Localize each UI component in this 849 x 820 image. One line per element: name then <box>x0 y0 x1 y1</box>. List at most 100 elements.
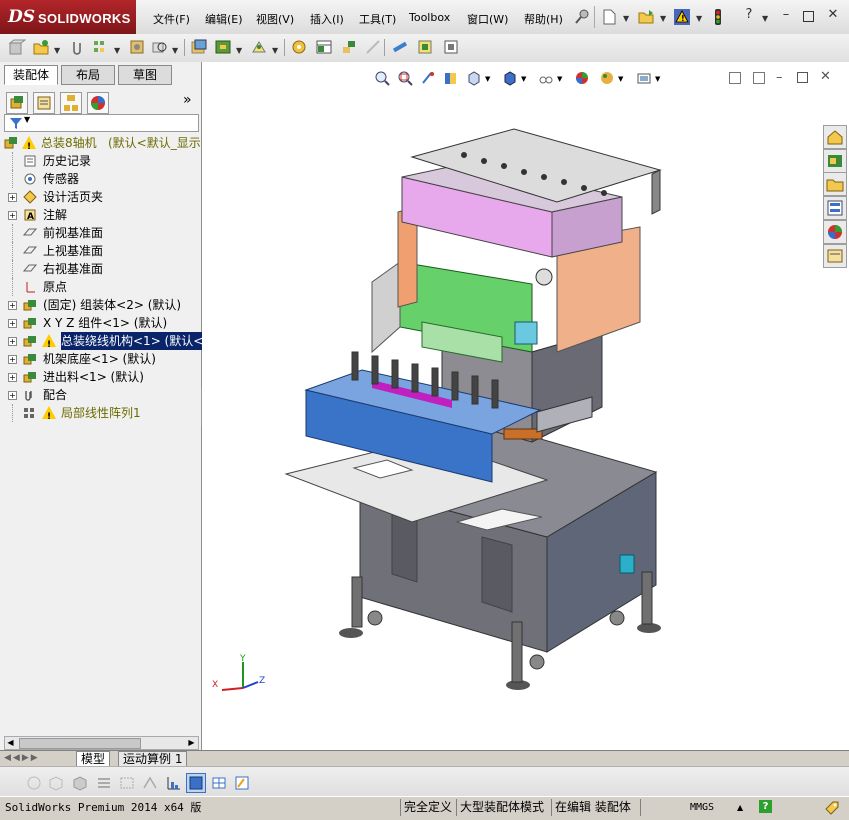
bill-of-materials-icon[interactable] <box>315 38 333 56</box>
tab-sketch[interactable]: 草图 <box>118 65 172 85</box>
task-pane-home-icon[interactable] <box>823 125 847 149</box>
tree-expander-icon[interactable]: + <box>8 319 17 328</box>
tree-item[interactable]: + (固定) 组装体<2> (默认) <box>0 296 200 314</box>
menu-help[interactable]: 帮助(H) <box>524 11 563 27</box>
tree-root[interactable]: 总装8轴机 (默认<默认_显示 <box>0 134 201 156</box>
rebuild-warning-icon[interactable]: ! <box>673 8 691 26</box>
smart-fasteners-icon[interactable] <box>128 38 146 56</box>
help-question-icon[interactable]: ? <box>742 8 756 22</box>
traffic-light-icon[interactable] <box>709 8 727 26</box>
tree-horizontal-scrollbar[interactable]: ◀ ▶ <box>4 736 199 750</box>
insert-dropdown-icon[interactable]: ▼ <box>54 46 60 55</box>
mate-paperclip-icon[interactable] <box>68 38 86 56</box>
new-motion-study-icon[interactable] <box>290 38 308 56</box>
tree-expander-icon[interactable]: + <box>8 211 17 220</box>
assembly-component-icon[interactable] <box>8 38 26 56</box>
feature-manager-icon[interactable] <box>6 92 28 114</box>
tree-item[interactable]: 右视基准面 <box>0 260 200 278</box>
display-lines-icon[interactable] <box>94 773 114 793</box>
status-help-icon[interactable]: ? <box>759 800 772 813</box>
assembly-features-icon[interactable] <box>214 38 232 56</box>
configuration-manager-icon[interactable] <box>60 92 82 114</box>
tree-expander-icon[interactable]: + <box>8 337 17 346</box>
tree-item[interactable]: 局部线性阵列1 <box>0 404 200 426</box>
tree-item[interactable]: 前视基准面 <box>0 224 200 242</box>
move-dropdown-icon[interactable]: ▼ <box>172 46 178 55</box>
open-folder-icon[interactable] <box>637 8 655 26</box>
tab-layout[interactable]: 布局 <box>61 65 115 85</box>
tree-item[interactable]: 上视基准面 <box>0 242 200 260</box>
pin-menu-icon[interactable] <box>573 8 591 26</box>
scroll-right-icon[interactable]: ▶ <box>186 737 197 749</box>
solidworks-logo[interactable]: DS SOLIDWORKS <box>0 0 136 34</box>
filter-funnel-icon[interactable] <box>9 116 23 130</box>
task-pane-file-explorer-icon[interactable] <box>823 172 847 196</box>
shaded-view-icon[interactable] <box>186 773 206 793</box>
wireframe-icon[interactable] <box>24 773 44 793</box>
assembly-3d-model[interactable] <box>202 62 849 750</box>
restore-button[interactable] <box>803 11 814 22</box>
task-pane-appearances-icon[interactable] <box>823 220 847 244</box>
rebuild-tag-icon[interactable] <box>824 800 840 816</box>
expand-panel-icon[interactable]: » <box>183 92 192 108</box>
tab-assembly[interactable]: 装配体 <box>4 65 58 85</box>
menu-tools[interactable]: 工具(T) <box>359 11 396 27</box>
tree-expander-icon[interactable]: + <box>8 391 17 400</box>
tree-item[interactable]: + A 注解 <box>0 206 200 224</box>
property-manager-icon[interactable] <box>33 92 55 114</box>
table-view-icon[interactable] <box>209 773 229 793</box>
tree-item[interactable]: 历史记录 <box>0 152 200 170</box>
display-manager-icon[interactable] <box>87 92 109 114</box>
minimize-button[interactable]: – <box>779 8 793 22</box>
task-pane-custom-properties-icon[interactable] <box>823 244 847 268</box>
shaded-edges-icon[interactable] <box>70 773 90 793</box>
menu-toolbox[interactable]: Toolbox <box>409 11 450 24</box>
menu-window[interactable]: 窗口(W) <box>467 11 508 27</box>
coordinate-axes-icon[interactable] <box>163 773 183 793</box>
tree-item[interactable]: + 配合 <box>0 386 200 404</box>
instant3d-icon[interactable] <box>416 38 434 56</box>
insert-component-icon[interactable] <box>32 38 50 56</box>
tree-item[interactable]: + 设计活页夹 <box>0 188 200 206</box>
menu-file[interactable]: 文件(F) <box>153 11 190 27</box>
menu-view[interactable]: 视图(V) <box>256 11 294 27</box>
menu-insert[interactable]: 插入(I) <box>310 11 344 27</box>
task-pane-view-palette-icon[interactable] <box>823 196 847 220</box>
units-dropdown-icon[interactable]: ▲ <box>737 799 743 816</box>
menu-edit[interactable]: 编辑(E) <box>205 11 243 27</box>
new-document-icon[interactable] <box>600 8 618 26</box>
graphics-area[interactable]: ▼ ▼ ▼ ▼ ▼ – ✕ Y X Z <box>202 62 849 750</box>
scroll-left-icon[interactable]: ◀ <box>5 737 16 749</box>
interference-detection-icon[interactable] <box>391 38 409 56</box>
close-button[interactable]: ✕ <box>826 8 840 22</box>
scroll-thumb[interactable] <box>19 738 141 749</box>
task-pane-design-library-icon[interactable] <box>823 149 847 173</box>
pattern-dropdown-icon[interactable]: ▼ <box>114 46 120 55</box>
exploded-view-icon[interactable] <box>340 38 358 56</box>
toolbar-options-icon[interactable] <box>442 38 460 56</box>
tree-item[interactable]: + 总装绕线机构<1> (默认<默 <box>0 332 220 354</box>
tree-item[interactable]: + 进出料<1> (默认) <box>0 368 200 386</box>
new-dropdown-icon[interactable]: ▼ <box>623 14 629 23</box>
move-component-icon[interactable] <box>150 38 168 56</box>
curvature-icon[interactable] <box>140 773 160 793</box>
explode-line-sketch-icon[interactable] <box>364 38 382 56</box>
tree-expander-icon[interactable]: + <box>8 193 17 202</box>
reference-geometry-icon[interactable] <box>250 38 268 56</box>
tree-expander-icon[interactable]: + <box>8 355 17 364</box>
filter-dropdown-icon[interactable]: ▼ <box>24 115 30 124</box>
show-hidden-icon[interactable] <box>190 38 208 56</box>
status-units[interactable]: MMGS <box>690 799 714 816</box>
tree-item[interactable]: + X Y Z 组件<1> (默认) <box>0 314 200 332</box>
hidden-lines-icon[interactable] <box>46 773 66 793</box>
screen-capture-icon[interactable] <box>232 773 252 793</box>
help-dropdown-icon[interactable]: ▼ <box>762 14 768 23</box>
tree-filter[interactable]: ▼ <box>4 114 199 132</box>
tree-item[interactable]: 传感器 <box>0 170 200 188</box>
reference-dropdown-icon[interactable]: ▼ <box>272 46 278 55</box>
open-dropdown-icon[interactable]: ▼ <box>660 14 666 23</box>
tree-expander-icon[interactable]: + <box>8 373 17 382</box>
linear-pattern-icon[interactable] <box>92 38 110 56</box>
tangent-edges-icon[interactable] <box>117 773 137 793</box>
tab-scroll-arrows-icon[interactable]: ◀◀▶▶ <box>4 753 40 763</box>
